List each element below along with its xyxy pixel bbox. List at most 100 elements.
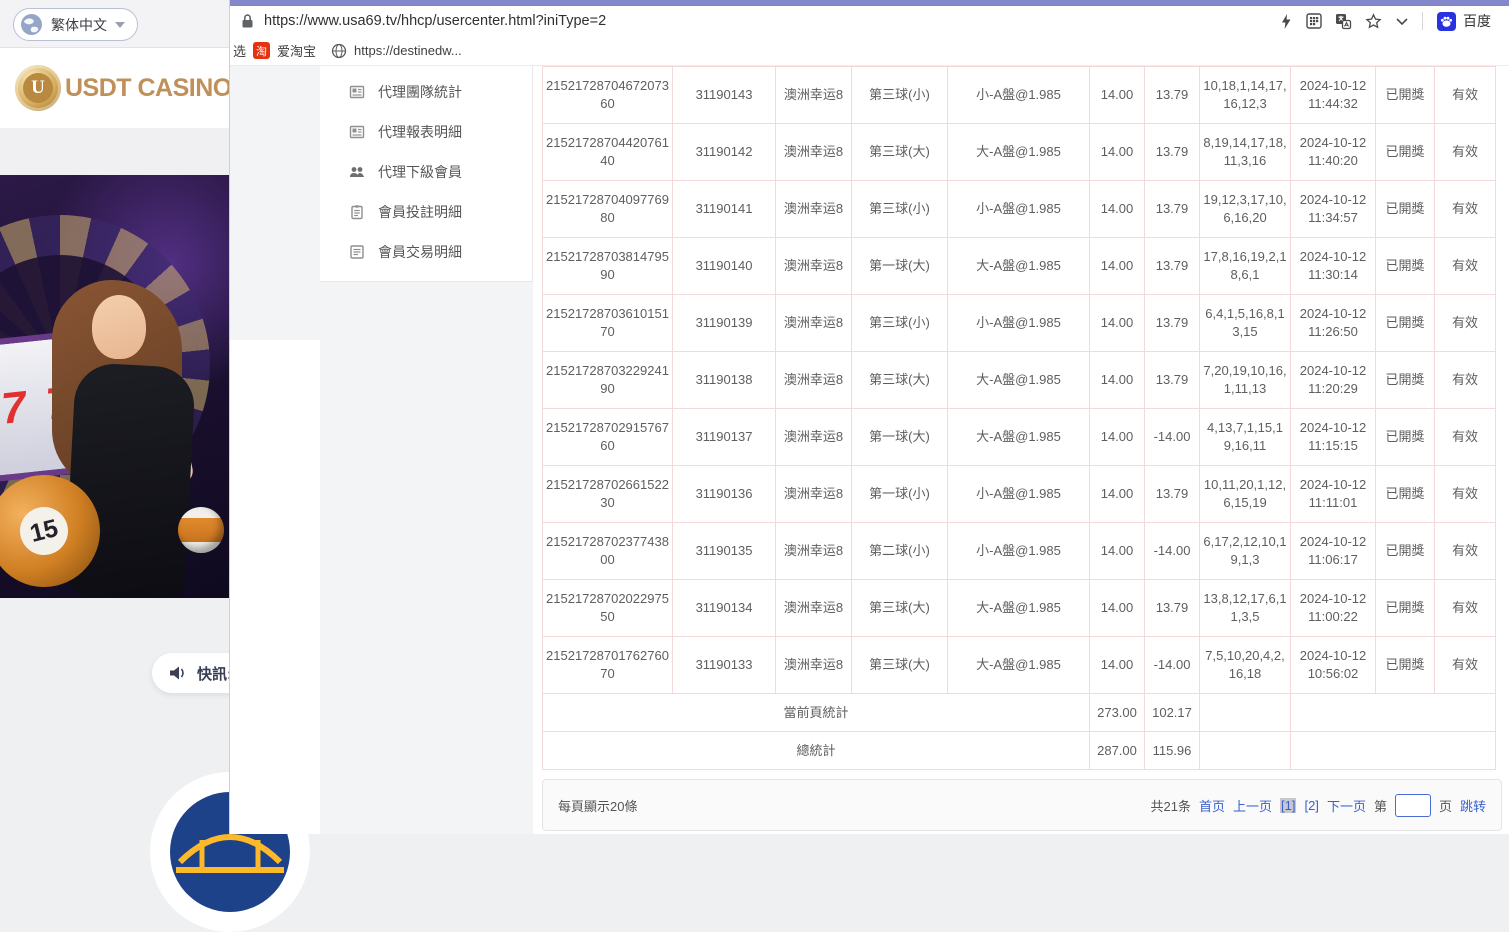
game-cell: 澳洲幸运8	[776, 124, 852, 181]
lightning-icon[interactable]	[1279, 13, 1293, 30]
summary-empty-cell	[1200, 694, 1291, 732]
period-cell: 31190137	[673, 409, 776, 466]
play-type-cell: 第三球(大)	[852, 352, 948, 409]
baidu-label: 百度	[1463, 11, 1491, 31]
billiard-ball-number: 15	[15, 502, 73, 560]
sidebar-item-label: 代理報表明細	[378, 122, 462, 142]
valid-status-cell: 有效	[1435, 181, 1496, 238]
chevron-down-icon[interactable]	[1395, 17, 1409, 26]
bet-amount-cell: 14.00	[1090, 409, 1145, 466]
sidebar-item-label: 會員投註明細	[378, 202, 462, 222]
draw-status-cell: 已開獎	[1376, 238, 1435, 295]
order-no-cell: 2152172870202297550	[543, 580, 673, 637]
model-face	[92, 295, 146, 359]
casino-page-background: 繁体中文 U USDT CASINO 7 7 15	[0, 0, 240, 834]
sidebar-lower-background	[320, 282, 533, 834]
language-selector[interactable]: 繁体中文	[13, 8, 138, 41]
bet-content-cell: 小-A盤@1.985	[948, 466, 1090, 523]
baidu-bookmark[interactable]: 百度	[1437, 11, 1491, 31]
bookmark-item-partial[interactable]: 选	[233, 41, 246, 60]
address-bar[interactable]: https://www.usa69.tv/hhcp/usercenter.htm…	[230, 6, 1509, 36]
bet-content-cell: 大-A盤@1.985	[948, 637, 1090, 694]
summary-bet-total: 273.00	[1090, 694, 1145, 732]
report-icon	[349, 84, 365, 100]
sidebar-item-bet-detail[interactable]: 會員投註明細	[320, 192, 532, 232]
draw-result-cell: 13,8,12,17,6,11,3,5	[1200, 580, 1291, 637]
first-page-link[interactable]: 首页	[1199, 796, 1225, 815]
play-type-cell: 第一球(小)	[852, 466, 948, 523]
period-cell: 31190138	[673, 352, 776, 409]
order-no-cell: 2152172870291576760	[543, 409, 673, 466]
prev-page-link[interactable]: 上一页	[1233, 796, 1272, 815]
draw-status-cell: 已開獎	[1376, 409, 1435, 466]
draw-result-cell: 8,19,14,17,18,11,3,16	[1200, 124, 1291, 181]
bet-table-body: 215217287046720736031190143澳洲幸运8第三球(小)小-…	[543, 67, 1496, 694]
bet-amount-cell: 14.00	[1090, 67, 1145, 124]
play-type-cell: 第三球(大)	[852, 124, 948, 181]
play-type-cell: 第三球(小)	[852, 181, 948, 238]
table-row: 215217287032292419031190138澳洲幸运8第三球(大)大-…	[543, 352, 1496, 409]
bet-amount-cell: 14.00	[1090, 181, 1145, 238]
bet-amount-cell: 14.00	[1090, 124, 1145, 181]
sidebar-item-transaction-detail[interactable]: 會員交易明細	[320, 232, 532, 272]
period-cell: 31190142	[673, 124, 776, 181]
play-type-cell: 第三球(小)	[852, 295, 948, 352]
table-row: 215217287040977698031190141澳洲幸运8第三球(小)小-…	[543, 181, 1496, 238]
billiard-ball-stripe-icon	[178, 507, 224, 553]
summary-winloss-total: 102.17	[1145, 694, 1200, 732]
time-cell: 2024-10-12 11:15:15	[1291, 409, 1376, 466]
game-cell: 澳洲幸运8	[776, 352, 852, 409]
sidebar-item-team-stats[interactable]: 代理團隊統計	[320, 72, 532, 112]
sidebar-item-report-detail[interactable]: 代理報表明細	[320, 112, 532, 152]
extensions-grid-icon[interactable]	[1306, 13, 1322, 29]
translate-icon[interactable]	[1335, 13, 1352, 30]
summary-empty-cell	[1200, 732, 1291, 770]
divider	[1422, 12, 1423, 30]
jump-page-input[interactable]	[1395, 794, 1431, 817]
ticker-label: 快訊:	[197, 663, 232, 684]
url-text[interactable]: https://www.usa69.tv/hhcp/usercenter.htm…	[264, 13, 606, 29]
clipboard-icon	[349, 204, 365, 220]
time-cell: 2024-10-12 11:44:32	[1291, 67, 1376, 124]
next-page-link[interactable]: 下一页	[1327, 796, 1366, 815]
bookmark-item-url[interactable]: https://destinedw...	[354, 43, 462, 58]
valid-status-cell: 有效	[1435, 352, 1496, 409]
draw-result-cell: 6,17,2,12,10,19,1,3	[1200, 523, 1291, 580]
draw-status-cell: 已開獎	[1376, 295, 1435, 352]
order-no-cell: 2152172870266152230	[543, 466, 673, 523]
draw-result-cell: 6,4,1,5,16,8,13,15	[1200, 295, 1291, 352]
summary-blank	[1291, 732, 1496, 770]
valid-status-cell: 有效	[1435, 637, 1496, 694]
casino-top-bar: 繁体中文	[0, 0, 240, 48]
draw-result-cell: 7,20,19,10,16,1,11,13	[1200, 352, 1291, 409]
page-size-label: 每頁顯示20條	[558, 796, 637, 815]
order-no-cell: 2152172870237743800	[543, 523, 673, 580]
winloss-cell: 13.79	[1145, 580, 1200, 637]
page-1-current[interactable]: [1]	[1280, 798, 1296, 813]
jump-action-link[interactable]: 跳转	[1460, 796, 1486, 815]
period-cell: 31190136	[673, 466, 776, 523]
table-row: 215217287017627607031190133澳洲幸运8第三球(大)大-…	[543, 637, 1496, 694]
draw-result-cell: 10,11,20,1,12,6,15,19	[1200, 466, 1291, 523]
taobao-icon: 淘	[253, 42, 270, 59]
draw-result-cell: 17,8,16,19,2,18,6,1	[1200, 238, 1291, 295]
bookmark-item-aitaobao[interactable]: 爱淘宝	[277, 41, 316, 60]
order-no-cell: 2152172870361015170	[543, 295, 673, 352]
bet-content-cell: 大-A盤@1.985	[948, 352, 1090, 409]
bet-content-cell: 大-A盤@1.985	[948, 409, 1090, 466]
browser-window: https://www.usa69.tv/hhcp/usercenter.htm…	[229, 0, 1509, 834]
winloss-cell: 13.79	[1145, 352, 1200, 409]
sidebar-item-label: 會員交易明細	[378, 242, 462, 262]
language-label: 繁体中文	[51, 15, 107, 35]
bet-records-table: 215217287046720736031190143澳洲幸运8第三球(小)小-…	[542, 66, 1496, 770]
draw-status-cell: 已開獎	[1376, 67, 1435, 124]
sidebar-item-sub-members[interactable]: 代理下級會員	[320, 152, 532, 192]
summary-row-current: 當前頁統計 273.00 102.17	[543, 694, 1496, 732]
table-row: 215217287046720736031190143澳洲幸运8第三球(小)小-…	[543, 67, 1496, 124]
promo-banner: 7 7 15	[0, 175, 240, 598]
winloss-cell: -14.00	[1145, 637, 1200, 694]
page-2-link[interactable]: [2]	[1304, 798, 1318, 813]
order-no-cell: 2152172870322924190	[543, 352, 673, 409]
bookmark-star-icon[interactable]	[1365, 13, 1382, 30]
time-cell: 2024-10-12 11:06:17	[1291, 523, 1376, 580]
